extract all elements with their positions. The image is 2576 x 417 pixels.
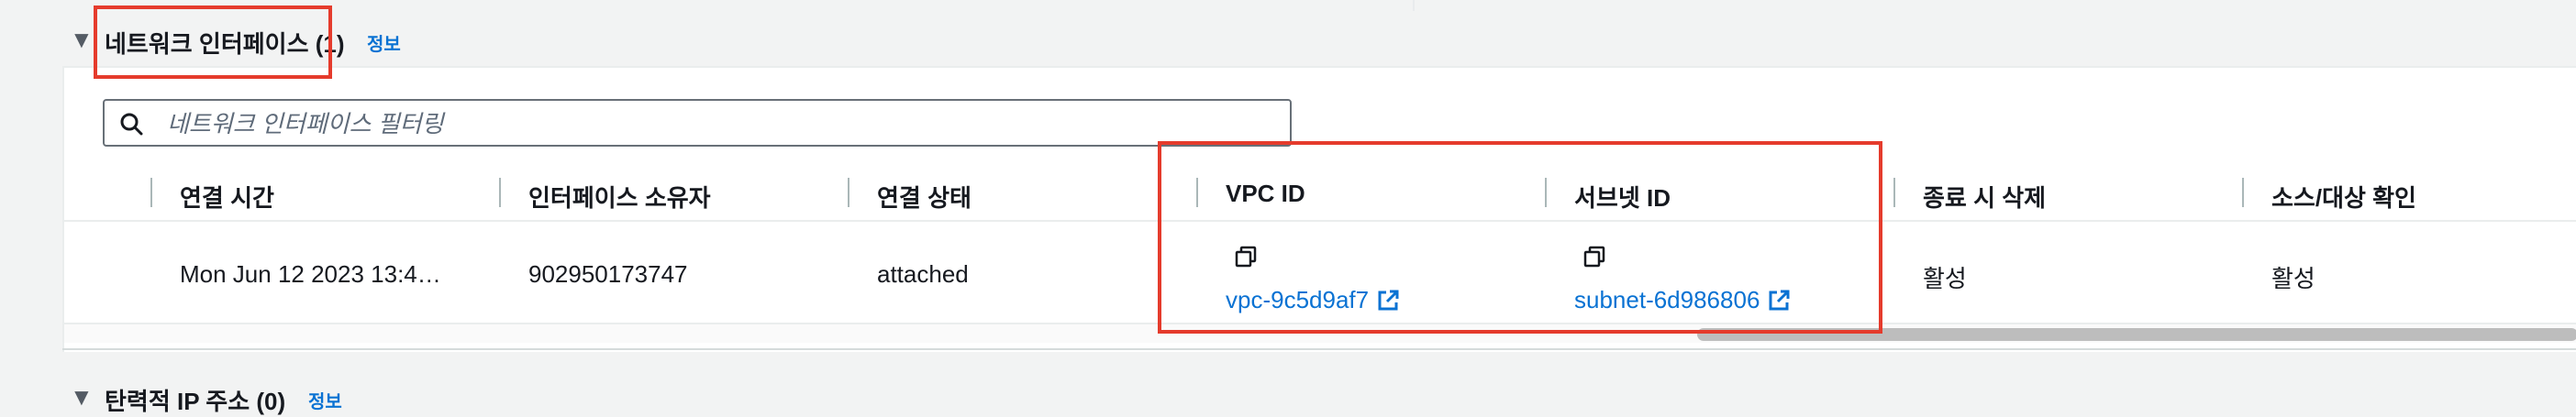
cell-source-dest-check: 활성 [2271,265,2315,292]
column-resizer[interactable] [499,178,501,207]
vpc-id-link[interactable]: vpc-9c5d9af7 [1226,286,1400,314]
panel-bottom-border [62,348,2576,350]
column-header-owner[interactable]: 인터페이스 소유자 [528,180,711,214]
table-header-row: 연결 시간 인터페이스 소유자 연결 상태 VPC ID 서브넷 ID 종료 시… [64,163,2576,222]
network-interfaces-table: 연결 시간 인터페이스 소유자 연결 상태 VPC ID 서브넷 ID 종료 시… [64,163,2576,350]
external-link-icon [1769,290,1790,310]
horizontal-scrollbar-thumb[interactable] [1697,328,2576,341]
vpc-id-text: vpc-9c5d9af7 [1226,286,1370,313]
table-row: Mon Jun 12 2023 13:4… 902950173747 attac… [64,222,2576,324]
column-header-subnet-id[interactable]: 서브넷 ID [1574,180,1671,214]
network-section-title: 네트워크 인터페이스 (1) [105,30,345,58]
column-header-source-dest-check[interactable]: 소스/대상 확인 [2271,180,2416,214]
column-header-vpc-id[interactable]: VPC ID [1226,180,1305,208]
cell-owner: 902950173747 [528,260,688,288]
column-header-status[interactable]: 연결 상태 [877,180,972,214]
external-link-icon [1378,290,1399,310]
upper-panel-edge [62,0,1415,11]
column-resizer[interactable] [1893,178,1895,207]
column-resizer[interactable] [2242,178,2244,207]
network-section-caret-down-icon[interactable]: ▼ [70,27,94,51]
column-resizer[interactable] [150,178,152,207]
network-info-link[interactable]: 정보 [367,29,401,56]
network-interfaces-panel: 연결 시간 인터페이스 소유자 연결 상태 VPC ID 서브넷 ID 종료 시… [62,66,2576,352]
elastic-ip-info-link[interactable]: 정보 [308,387,342,413]
column-header-delete-on-termination[interactable]: 종료 시 삭제 [1923,180,2046,214]
cell-status: attached [877,260,969,288]
column-resizer[interactable] [1196,178,1198,207]
filter-search-input[interactable] [165,106,1270,141]
subnet-id-link[interactable]: subnet-6d986806 [1574,286,1791,314]
filter-search-box[interactable] [103,99,1292,147]
search-icon [120,113,143,136]
column-resizer[interactable] [1545,178,1547,207]
column-resizer[interactable] [848,178,849,207]
copy-icon[interactable] [1235,246,1257,268]
cell-attach-time: Mon Jun 12 2023 13:4… [180,260,441,288]
column-header-attach-time[interactable]: 연결 시간 [180,180,274,214]
subnet-id-text: subnet-6d986806 [1574,286,1760,313]
elastic-ip-section-caret-down-icon[interactable]: ▼ [70,385,94,409]
elastic-ip-section-title: 탄력적 IP 주소 (0) [105,388,286,415]
cell-delete-on-termination: 활성 [1923,265,1967,292]
copy-icon[interactable] [1583,246,1605,268]
